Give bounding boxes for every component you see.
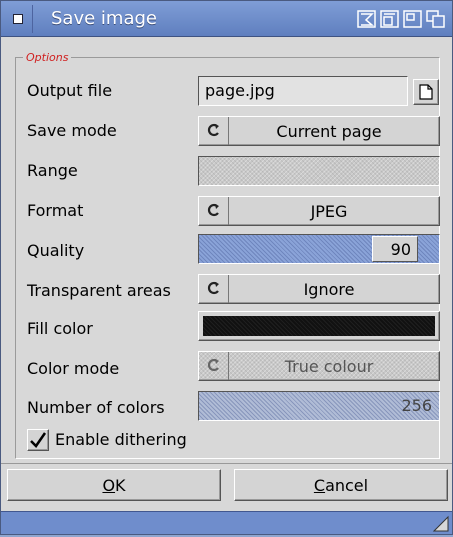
enable-dithering-label: Enable dithering xyxy=(55,430,187,449)
cycle-icon xyxy=(199,117,229,145)
number-of-colors-value: 256 xyxy=(401,396,432,415)
cycle-icon xyxy=(199,275,229,303)
output-file-field[interactable]: page.jpg xyxy=(198,76,408,106)
ok-button[interactable]: OK xyxy=(7,469,221,501)
number-of-colors-label: Number of colors xyxy=(27,398,165,417)
color-mode-label: Color mode xyxy=(27,359,120,378)
resize-icon[interactable] xyxy=(432,515,450,533)
status-bar xyxy=(1,511,452,534)
divider xyxy=(1,463,452,464)
transparent-areas-label: Transparent areas xyxy=(27,281,171,300)
transparent-areas-cycle[interactable]: Ignore xyxy=(198,274,440,304)
quality-label: Quality xyxy=(27,241,85,260)
cancel-button[interactable]: Cancel xyxy=(234,469,448,501)
depth-icon[interactable] xyxy=(426,9,446,29)
number-of-colors-slider: 256 xyxy=(198,391,440,421)
ok-label: K xyxy=(115,475,126,495)
window-title: Save image xyxy=(51,8,157,29)
save-mode-value: Current page xyxy=(276,121,382,141)
popup-icon[interactable] xyxy=(380,9,400,29)
fill-color-label: Fill color xyxy=(27,319,93,338)
output-file-label: Output file xyxy=(27,81,113,100)
ok-hotkey: O xyxy=(102,475,116,495)
getfile-icon[interactable] xyxy=(413,79,439,105)
quality-knob[interactable]: 90 xyxy=(372,236,418,262)
format-cycle[interactable]: JPEG xyxy=(198,196,440,226)
fill-color-swatch xyxy=(203,316,435,336)
format-label: Format xyxy=(27,201,84,220)
format-value: JPEG xyxy=(310,201,348,221)
cycle-icon xyxy=(199,352,229,380)
color-mode-cycle: True colour xyxy=(198,351,440,381)
fill-color-button[interactable] xyxy=(198,311,440,341)
title-bar[interactable]: Save image xyxy=(1,1,452,37)
range-field xyxy=(198,156,440,186)
checkmark-icon xyxy=(30,432,47,448)
close-gadget-icon[interactable] xyxy=(5,5,33,33)
save-image-window: Save image Options Output file page.jpg … xyxy=(0,0,453,535)
quality-slider[interactable]: 90 xyxy=(198,234,440,264)
save-mode-label: Save mode xyxy=(27,121,117,140)
color-mode-value: True colour xyxy=(284,356,374,376)
cancel-hotkey: C xyxy=(313,475,326,495)
transparent-areas-value: Ignore xyxy=(303,279,355,299)
cancel-label: ancel xyxy=(325,475,369,495)
save-mode-cycle[interactable]: Current page xyxy=(198,116,440,146)
enable-dithering-checkbox[interactable] xyxy=(27,429,49,451)
cycle-icon xyxy=(199,197,229,225)
iconify-icon[interactable] xyxy=(357,9,377,29)
options-group-title: Options xyxy=(23,51,72,64)
range-label: Range xyxy=(27,161,78,180)
zoom-icon[interactable] xyxy=(403,9,423,29)
